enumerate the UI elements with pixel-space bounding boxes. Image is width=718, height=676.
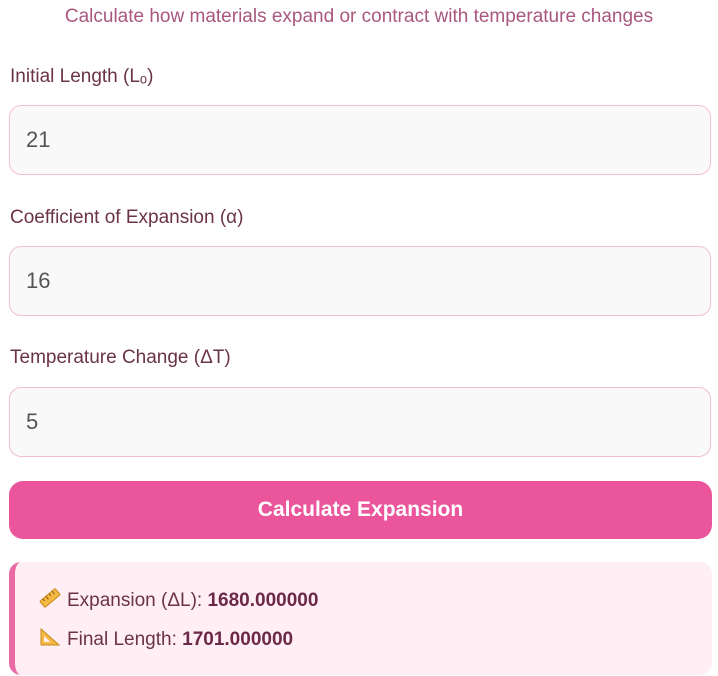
expansion-value: 1680.000000	[207, 590, 319, 611]
temperature-change-label: Temperature Change (ΔT)	[10, 347, 231, 368]
expansion-label: Expansion (ΔL):	[67, 590, 208, 611]
initial-length-label: Initial Length (Lₒ)	[10, 66, 154, 87]
coefficient-input[interactable]	[9, 246, 711, 316]
final-length-value: 1701.000000	[182, 629, 294, 650]
thermal-expansion-calculator: Calculate how materials expand or contra…	[0, 0, 718, 676]
temperature-change-input[interactable]	[9, 387, 711, 457]
results-panel: Expansion (ΔL): 1680.000000 Final Length…	[9, 562, 712, 675]
triangular-ruler-icon	[39, 627, 61, 653]
final-length-label: Final Length:	[67, 629, 183, 650]
expansion-result: Expansion (ΔL): 1680.000000	[39, 588, 318, 614]
ruler-icon	[39, 588, 61, 614]
coefficient-label: Coefficient of Expansion (α)	[10, 207, 244, 228]
page-subtitle: Calculate how materials expand or contra…	[64, 6, 654, 27]
final-length-result: Final Length: 1701.000000	[39, 627, 293, 653]
calculate-expansion-button[interactable]: Calculate Expansion	[9, 481, 712, 539]
initial-length-input[interactable]	[9, 105, 711, 175]
